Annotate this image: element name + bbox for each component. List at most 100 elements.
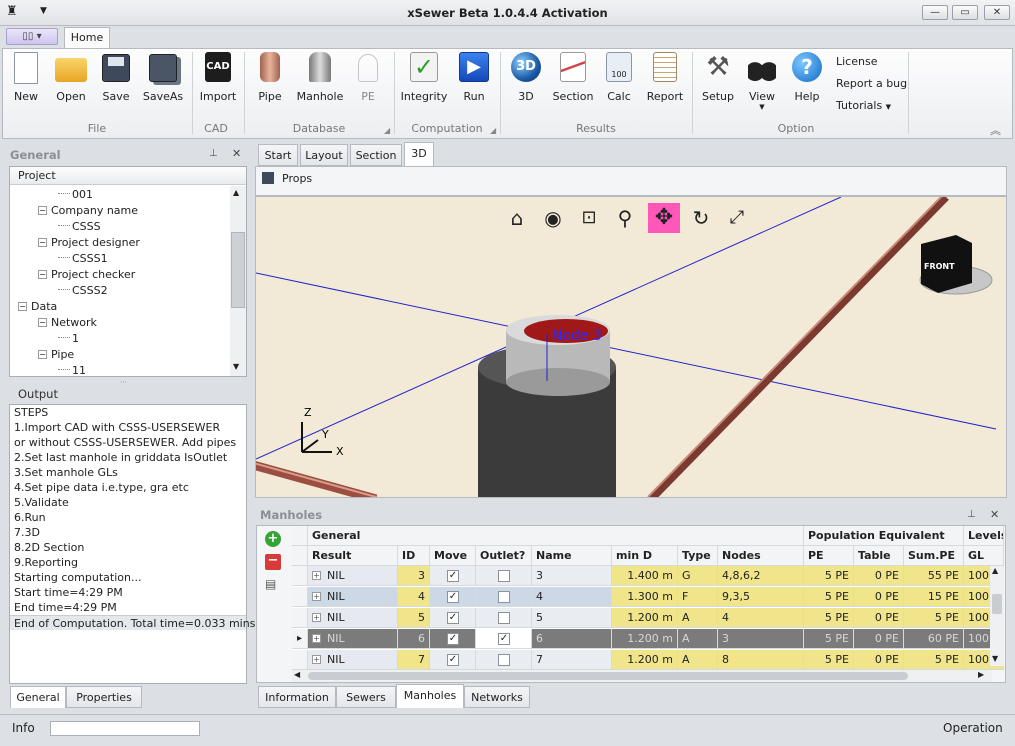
tab-manholes[interactable]: Manholes xyxy=(396,684,464,708)
grid-cell-name[interactable]: 7 xyxy=(532,650,612,670)
zoom-window-icon[interactable]: ⊡ xyxy=(576,205,602,231)
scroll-down-icon[interactable]: ▼ xyxy=(992,654,998,663)
column-header[interactable]: ID xyxy=(398,546,430,566)
grid-options-icon[interactable]: ▤ xyxy=(265,576,281,592)
close-button[interactable]: ✕ xyxy=(984,5,1010,20)
scroll-up-icon[interactable]: ▲ xyxy=(233,188,239,197)
column-header[interactable]: Outlet? xyxy=(476,546,532,566)
run-button[interactable]: ▶ Run xyxy=(454,52,494,112)
tree-node[interactable]: 11 xyxy=(10,363,230,375)
report-bug-link[interactable]: Report a bug xyxy=(836,77,907,90)
tab-sewers[interactable]: Sewers xyxy=(336,686,396,708)
grid-cell-sum[interactable]: 5 PE xyxy=(904,608,964,628)
grid-cell-nodes[interactable]: 9,3,5 xyxy=(718,587,804,607)
close-panel-icon[interactable]: ✕ xyxy=(232,147,241,160)
grid-cell-name[interactable]: 3 xyxy=(532,566,612,586)
outlet-checkbox[interactable]: ✓ xyxy=(498,633,510,645)
3d-viewport[interactable]: Node 3 FRONT Z X Y ⌂ ◉ ⊡ ⚲ ✥ ↻ ⤢ xyxy=(255,196,1007,498)
collapse-icon[interactable]: − xyxy=(38,318,47,327)
tree-node[interactable]: − Pipe xyxy=(10,347,230,363)
new-button[interactable]: New xyxy=(6,52,46,112)
tab-information[interactable]: Information xyxy=(258,686,336,708)
dialog-launcher-icon[interactable]: ◢ xyxy=(490,126,496,135)
close-panel-icon[interactable]: ✕ xyxy=(990,508,999,521)
application-menu-button[interactable]: ▯▯ ▾ xyxy=(6,28,58,45)
save-button[interactable]: Save xyxy=(96,52,136,112)
scroll-left-icon[interactable]: ◀ xyxy=(294,670,300,679)
grid-cell-sum[interactable]: 15 PE xyxy=(904,587,964,607)
tab-layout[interactable]: Layout xyxy=(300,144,348,166)
tree-node[interactable]: 1 xyxy=(10,331,230,347)
grid-cell-table[interactable]: 0 PE xyxy=(854,566,904,586)
license-link[interactable]: License xyxy=(836,55,877,68)
column-header[interactable]: min D xyxy=(612,546,678,566)
grid-cell-type[interactable]: A xyxy=(678,629,718,649)
help-button[interactable]: ? Help xyxy=(788,52,826,112)
tab-start[interactable]: Start xyxy=(258,144,298,166)
open-button[interactable]: Open xyxy=(50,52,92,112)
column-header[interactable]: Nodes xyxy=(718,546,804,566)
tree-node[interactable]: − Network xyxy=(10,315,230,331)
scroll-up-icon[interactable]: ▲ xyxy=(992,566,998,575)
move-checkbox[interactable]: ✓ xyxy=(447,612,459,624)
tab-properties[interactable]: Properties xyxy=(66,686,142,708)
setup-button[interactable]: ⚒ Setup xyxy=(698,52,738,112)
grid-cell-name[interactable]: 6 xyxy=(532,629,612,649)
grid-cell-table[interactable]: 0 PE xyxy=(854,587,904,607)
grid-cell-result[interactable]: + NIL xyxy=(308,608,398,628)
grid-cell-nodes[interactable]: 3 xyxy=(718,629,804,649)
grid-cell-sum[interactable]: 55 PE xyxy=(904,566,964,586)
integrity-button[interactable]: ✓ Integrity xyxy=(400,52,448,112)
tree-node[interactable]: − Project designer xyxy=(10,235,230,251)
grid-cell-name[interactable]: 5 xyxy=(532,608,612,628)
column-header[interactable]: Sum.PE xyxy=(904,546,964,566)
expand-row-icon[interactable]: + xyxy=(312,634,321,643)
grid-cell-mind[interactable]: 1.200 m xyxy=(612,650,678,670)
pan-icon[interactable]: ✥ xyxy=(648,203,680,233)
props-button[interactable]: Props xyxy=(262,172,312,185)
collapse-icon[interactable]: − xyxy=(38,350,47,359)
tree-node[interactable]: CSSS2 xyxy=(10,283,230,299)
tab-networks[interactable]: Networks xyxy=(464,686,530,708)
column-header[interactable]: PE xyxy=(804,546,854,566)
add-row-icon[interactable]: + xyxy=(265,531,281,547)
grid-cell-table[interactable]: 0 PE xyxy=(854,629,904,649)
move-checkbox[interactable]: ✓ xyxy=(447,633,459,645)
grid-vscrollbar[interactable]: ▲ ▼ xyxy=(990,566,1004,666)
grid-hscrollbar[interactable]: ◀ ▶ xyxy=(292,670,992,682)
zoom-icon[interactable]: ⚲ xyxy=(612,205,638,231)
manhole-button[interactable]: Manhole xyxy=(296,52,344,112)
scroll-thumb[interactable] xyxy=(231,232,245,308)
expand-row-icon[interactable]: + xyxy=(312,613,321,622)
tree-node[interactable]: 001 xyxy=(10,187,230,203)
view-home-icon[interactable]: ⌂ xyxy=(504,205,530,231)
dialog-launcher-icon[interactable]: ◢ xyxy=(384,126,390,135)
tree-scrollbar[interactable]: ▲ ▼ xyxy=(230,186,246,376)
outlet-checkbox[interactable] xyxy=(498,612,510,624)
move-checkbox[interactable]: ✓ xyxy=(447,591,459,603)
grid-cell-id[interactable]: 6 xyxy=(398,629,430,649)
tree-node[interactable]: − Data xyxy=(10,299,230,315)
grid-cell-result[interactable]: + NIL xyxy=(308,587,398,607)
grid-cell-type[interactable]: F xyxy=(678,587,718,607)
grid-cell-pe[interactable]: 5 PE xyxy=(804,587,854,607)
grid-cell-result[interactable]: + NIL xyxy=(308,650,398,670)
scroll-thumb[interactable] xyxy=(992,594,1002,614)
column-header[interactable]: Name xyxy=(532,546,612,566)
outlet-checkbox[interactable] xyxy=(498,654,510,666)
report-button[interactable]: Report xyxy=(644,52,686,112)
grid-cell-sum[interactable]: 5 PE xyxy=(904,650,964,670)
pin-icon[interactable]: ⊥ xyxy=(967,509,976,520)
grid-cell-type[interactable]: G xyxy=(678,566,718,586)
collapse-icon[interactable]: − xyxy=(38,270,47,279)
pipe-button[interactable]: Pipe xyxy=(250,52,290,112)
tree-node[interactable]: − Company name xyxy=(10,203,230,219)
column-header[interactable]: Move xyxy=(430,546,476,566)
collapse-icon[interactable]: − xyxy=(18,302,27,311)
collapse-icon[interactable]: − xyxy=(38,238,47,247)
outlet-checkbox[interactable] xyxy=(498,570,510,582)
row-indicator[interactable]: ▸ xyxy=(292,629,308,649)
grid-cell-pe[interactable]: 5 PE xyxy=(804,566,854,586)
fullscreen-icon[interactable]: ⤢ xyxy=(724,205,750,231)
3d-button[interactable]: 3D 3D xyxy=(506,52,546,112)
